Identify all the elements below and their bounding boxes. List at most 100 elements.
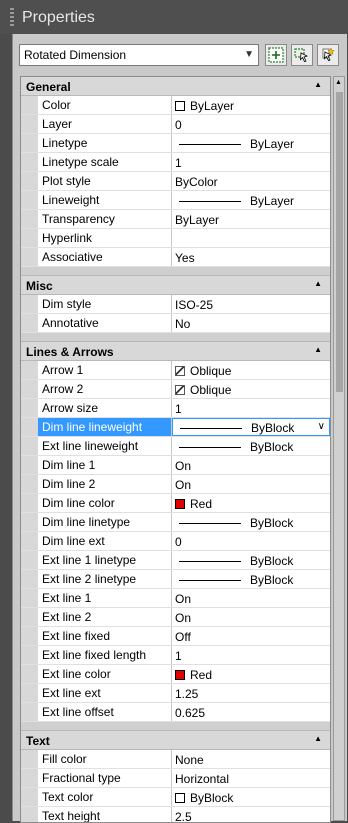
property-value[interactable]: 0 [172, 115, 330, 133]
property-row[interactable]: Ext line lineweight ByBlock [21, 437, 330, 456]
object-type-select[interactable]: Rotated Dimension ▼ [19, 44, 259, 66]
property-row[interactable]: Plot style ByColor [21, 172, 330, 191]
property-row[interactable]: Hyperlink [21, 229, 330, 248]
property-value[interactable]: ByLayer [172, 96, 330, 114]
property-value[interactable]: ByBlock [172, 570, 330, 588]
property-row[interactable]: Arrow 1 Oblique [21, 361, 330, 380]
palette-titlebar[interactable]: Properties [0, 0, 348, 34]
lineweight-swatch-icon [179, 143, 241, 145]
property-row[interactable]: Dim line ext 0 [21, 532, 330, 551]
color-swatch-icon [175, 101, 185, 111]
property-row[interactable]: Annotative No [21, 314, 330, 333]
property-value[interactable]: Red [172, 665, 330, 683]
property-value[interactable]: 1 [172, 399, 330, 417]
property-row[interactable]: Arrow 2 Oblique [21, 380, 330, 399]
scroll-up-icon[interactable]: ▲ [335, 79, 342, 86]
property-row[interactable]: Layer 0 [21, 115, 330, 134]
section-header-general[interactable]: General ▲ [21, 77, 330, 96]
property-row[interactable]: Ext line color Red [21, 665, 330, 684]
property-row[interactable]: Linetype ByLayer [21, 134, 330, 153]
property-name: Transparency [38, 210, 172, 228]
property-value[interactable]: None [172, 750, 330, 768]
property-value[interactable]: On [172, 589, 330, 607]
property-value[interactable]: 1.25 [172, 684, 330, 702]
property-row[interactable]: Dim line 1 On [21, 456, 330, 475]
property-value[interactable]: On [172, 475, 330, 493]
property-row[interactable]: Lineweight ByLayer [21, 191, 330, 210]
property-name: Fill color [38, 750, 172, 768]
property-value[interactable]: On [172, 608, 330, 626]
property-value[interactable]: Horizontal [172, 769, 330, 787]
property-value[interactable]: Yes [172, 248, 330, 266]
property-name: Ext line 1 linetype [38, 551, 172, 569]
property-value-text: Oblique [190, 383, 232, 397]
property-value[interactable]: ByBlock [172, 788, 330, 806]
property-value[interactable]: No [172, 314, 330, 332]
property-row[interactable]: Associative Yes [21, 248, 330, 267]
property-value[interactable]: ByBlock [172, 437, 330, 455]
property-value-text: ByColor [175, 175, 218, 189]
property-value-text: Red [190, 668, 213, 682]
property-row[interactable]: Ext line offset 0.625 [21, 703, 330, 722]
property-value[interactable] [172, 229, 330, 247]
section-header-text[interactable]: Text ▲ [21, 731, 330, 750]
section-gap [21, 722, 330, 731]
lineweight-swatch-icon [179, 522, 241, 524]
row-gutter [21, 646, 38, 664]
select-objects-button[interactable] [291, 44, 313, 66]
property-value[interactable]: 0 [172, 532, 330, 550]
dropdown-arrow-icon[interactable]: ∨ [318, 421, 325, 432]
property-value[interactable]: Oblique [172, 380, 330, 398]
collapse-icon[interactable]: ▲ [314, 345, 322, 354]
property-name: Color [38, 96, 172, 114]
scroll-thumb[interactable] [336, 92, 343, 392]
property-value[interactable]: ByLayer [172, 210, 330, 228]
drag-grip-icon[interactable] [10, 8, 14, 26]
section-header-lines-arrows[interactable]: Lines & Arrows ▲ [21, 342, 330, 361]
property-row[interactable]: Linetype scale 1 [21, 153, 330, 172]
quick-select-button[interactable] [317, 44, 339, 66]
property-row[interactable]: Fill color None [21, 750, 330, 769]
collapse-icon[interactable]: ▲ [314, 80, 322, 89]
property-row[interactable]: Ext line ext 1.25 [21, 684, 330, 703]
section-gap [21, 333, 330, 342]
property-value[interactable]: ByColor [172, 172, 330, 190]
toggle-pickadd-button[interactable] [265, 44, 287, 66]
collapse-icon[interactable]: ▲ [314, 279, 322, 288]
property-value[interactable]: Off [172, 627, 330, 645]
property-row[interactable]: Dim style ISO-25 [21, 295, 330, 314]
property-row[interactable]: Ext line 1 On [21, 589, 330, 608]
property-row[interactable]: Ext line 1 linetype ByBlock [21, 551, 330, 570]
property-row[interactable]: Ext line 2 linetype ByBlock [21, 570, 330, 589]
property-row[interactable]: Dim line linetype ByBlock [21, 513, 330, 532]
property-name: Associative [38, 248, 172, 266]
property-row[interactable]: Dim line lineweight ByBlock ∨ [21, 418, 330, 437]
property-row[interactable]: Dim line 2 On [21, 475, 330, 494]
property-value[interactable]: On [172, 456, 330, 474]
property-value[interactable]: ByBlock [172, 551, 330, 569]
property-row[interactable]: Ext line 2 On [21, 608, 330, 627]
property-value[interactable]: Red [172, 494, 330, 512]
property-value[interactable]: ByBlock ∨ [172, 418, 330, 436]
collapse-icon[interactable]: ▲ [314, 734, 322, 743]
property-value[interactable]: Oblique [172, 361, 330, 379]
property-value[interactable]: ISO-25 [172, 295, 330, 313]
section-header-misc[interactable]: Misc ▲ [21, 276, 330, 295]
property-value[interactable]: 0.625 [172, 703, 330, 721]
property-value[interactable]: ByLayer [172, 134, 330, 152]
property-row[interactable]: Text color ByBlock [21, 788, 330, 807]
property-name: Plot style [38, 172, 172, 190]
property-row[interactable]: Transparency ByLayer [21, 210, 330, 229]
property-value[interactable]: ByBlock [172, 513, 330, 531]
property-value[interactable]: 1 [172, 646, 330, 664]
property-row[interactable]: Dim line color Red [21, 494, 330, 513]
property-row[interactable]: Ext line fixed Off [21, 627, 330, 646]
property-value[interactable]: ByLayer [172, 191, 330, 209]
property-row[interactable]: Ext line fixed length 1 [21, 646, 330, 665]
property-row[interactable]: Arrow size 1 [21, 399, 330, 418]
row-gutter [21, 769, 38, 787]
vertical-scrollbar[interactable]: ▲ [333, 76, 345, 821]
property-value[interactable]: 1 [172, 153, 330, 171]
property-row[interactable]: Fractional type Horizontal [21, 769, 330, 788]
property-row[interactable]: Color ByLayer [21, 96, 330, 115]
